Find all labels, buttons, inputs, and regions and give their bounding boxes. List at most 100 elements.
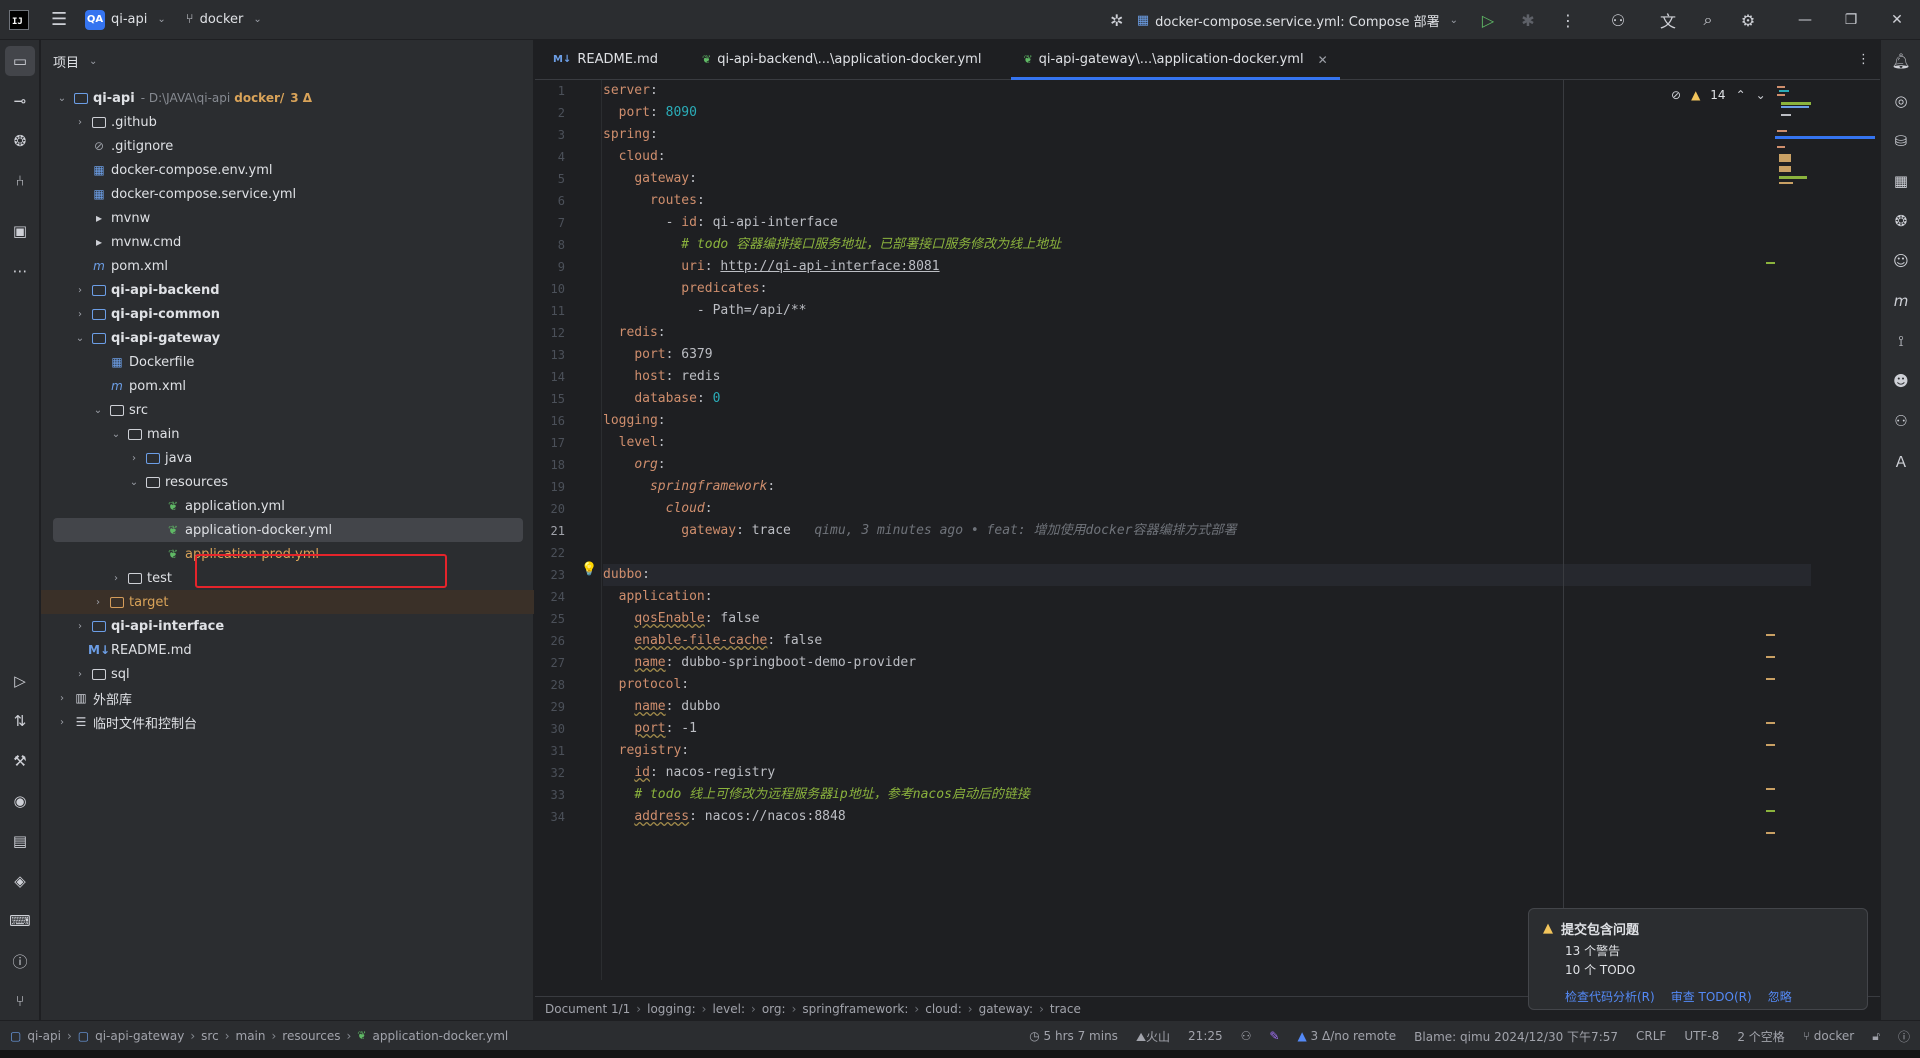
more-icon[interactable]: ⋮ <box>1548 11 1588 30</box>
code-content[interactable]: server: port: 8090 spring: cloud: gatewa… <box>603 80 1753 980</box>
tree-item-qi-api-interface[interactable]: › qi-api-interface <box>41 614 534 638</box>
translate-icon[interactable]: 文 <box>1648 8 1688 32</box>
build-hammer-icon[interactable]: ⚒ <box>0 746 40 776</box>
services-icon[interactable]: ⇅ <box>0 706 40 736</box>
breadcrumb-item[interactable]: springframework: <box>802 1002 908 1016</box>
review-code-analysis-link[interactable]: 检查代码分析(R) <box>1565 988 1655 1005</box>
maven-m-icon[interactable]: m <box>1881 286 1920 316</box>
collapse-arrow-icon[interactable]: ⌄ <box>73 333 87 344</box>
tree-item-resources[interactable]: ⌄ resources <box>41 470 534 494</box>
status-crumb[interactable]: qi-api <box>27 1029 61 1043</box>
breadcrumb-item[interactable]: gateway: <box>979 1002 1034 1016</box>
caret-position[interactable]: 21:25 <box>1188 1029 1223 1043</box>
intellij-logo-icon[interactable]: IJ <box>9 9 29 30</box>
status-crumb[interactable]: src <box>201 1029 219 1043</box>
endpoints-icon[interactable]: ◉ <box>0 786 40 816</box>
line-separator[interactable]: CRLF <box>1636 1029 1666 1043</box>
gradle-icon[interactable]: ❂ <box>1881 206 1920 236</box>
tab-readme[interactable]: M↓ README.md <box>541 40 670 79</box>
ignore-link[interactable]: 忽略 <box>1768 988 1792 1005</box>
blame-info[interactable]: Blame: qimu 2024/12/30 下午7:57 <box>1414 1028 1618 1045</box>
ai-assistant-icon[interactable]: ◎ <box>1881 86 1920 116</box>
tree-item-docker-compose-service[interactable]: ▦ docker-compose.service.yml <box>41 182 534 206</box>
search-icon[interactable]: ⌕ <box>1688 10 1728 30</box>
todo-marker[interactable] <box>1766 810 1775 812</box>
expand-arrow-icon[interactable]: › <box>109 573 123 584</box>
warning-marker[interactable] <box>1766 788 1775 790</box>
eye-off-icon[interactable]: ⊘ <box>1671 88 1681 102</box>
warning-marker[interactable] <box>1766 722 1775 724</box>
add-user-icon[interactable]: ⚇ <box>1588 11 1648 30</box>
restore-button[interactable]: ❐ <box>1828 12 1874 28</box>
python-icon[interactable]: ⟟ <box>1881 326 1920 356</box>
expand-arrow-icon[interactable]: › <box>73 285 87 296</box>
tree-item-target[interactable]: › target <box>41 590 534 614</box>
debug-icon[interactable]: ✱ <box>1508 11 1548 30</box>
breadcrumb-item[interactable]: org: <box>762 1002 786 1016</box>
status-crumb[interactable]: resources <box>282 1029 340 1043</box>
breadcrumb-item[interactable]: trace <box>1050 1002 1081 1016</box>
warning-marker[interactable] <box>1766 832 1775 834</box>
tree-item-readme[interactable]: M↓ README.md <box>41 638 534 662</box>
endpoints-icon[interactable]: ⚇ <box>1881 406 1920 436</box>
project-folder-icon[interactable]: ▭ <box>5 46 35 76</box>
tree-item-application-docker-yml[interactable]: ❦ application-docker.yml <box>53 518 523 542</box>
run-icon[interactable]: ▷ <box>1468 11 1508 30</box>
tree-item-sql[interactable]: › sql <box>41 662 534 686</box>
expand-arrow-icon[interactable]: › <box>55 693 69 704</box>
expand-arrow-icon[interactable]: › <box>73 309 87 320</box>
todo-icon[interactable]: ▤ <box>0 826 40 856</box>
status-crumb[interactable]: main <box>236 1029 266 1043</box>
warning-marker[interactable] <box>1766 678 1775 680</box>
emoji-icon[interactable]: ☻ <box>1881 366 1920 396</box>
tab-backend-application-docker[interactable]: ❦ qi-api-backend\...\application-docker.… <box>690 40 993 79</box>
tree-item-main[interactable]: ⌄ main <box>41 422 534 446</box>
chevron-down-icon[interactable]: ⌄ <box>1756 88 1766 102</box>
status-crumb[interactable]: qi-api-gateway <box>95 1029 184 1043</box>
tree-item-scratches[interactable]: › ☰ 临时文件和控制台 <box>41 710 534 734</box>
structure-icon[interactable]: ▣ <box>0 216 40 246</box>
collapse-arrow-icon[interactable]: ⌄ <box>127 477 141 488</box>
expand-arrow-icon[interactable]: › <box>73 117 87 128</box>
expand-arrow-icon[interactable]: › <box>55 717 69 728</box>
ai-icon[interactable]: ⚇ <box>1241 1029 1252 1043</box>
git-icon[interactable]: ⑂ <box>0 986 40 1016</box>
translate-panel-icon[interactable]: Ａ <box>1881 446 1920 476</box>
indent-setting[interactable]: 2 个空格 <box>1737 1028 1784 1045</box>
tree-item-mvnw-cmd[interactable]: ▸ mvnw.cmd <box>41 230 534 254</box>
debug-bug-icon[interactable]: ✲ <box>1097 11 1137 30</box>
vcs-status[interactable]: ▲ 3 Δ/no remote <box>1297 1029 1396 1043</box>
expand-arrow-icon[interactable]: › <box>73 669 87 680</box>
warning-marker[interactable] <box>1766 656 1775 658</box>
expand-arrow-icon[interactable]: › <box>127 453 141 464</box>
tree-item-qi-api-common[interactable]: › qi-api-common <box>41 302 534 326</box>
problems-icon[interactable]: ⓘ <box>0 946 40 976</box>
tree-item-docker-compose-env[interactable]: ▦ docker-compose.env.yml <box>41 158 534 182</box>
plugin-icon[interactable]: ✎ <box>1269 1029 1279 1043</box>
review-todo-link[interactable]: 审查 TODO(R) <box>1671 988 1752 1005</box>
copilot-icon[interactable]: ☺ <box>1881 246 1920 276</box>
inspection-widget[interactable]: ⊘ ▲ 14 ⌃ ⌄ <box>1671 88 1766 102</box>
plugins-icon[interactable]: ❂ <box>0 126 40 156</box>
encoding[interactable]: UTF-8 <box>1684 1029 1719 1043</box>
tree-item-mvnw[interactable]: ▸ mvnw <box>41 206 534 230</box>
tree-item-java[interactable]: › java <box>41 446 534 470</box>
tree-item-application-yml[interactable]: ❦ application.yml <box>41 494 534 518</box>
warning-marker[interactable] <box>1766 634 1775 636</box>
branch-switcher[interactable]: ⑂ docker ⌄ <box>186 12 262 27</box>
layers-icon[interactable]: ◈ <box>0 866 40 896</box>
terminal-icon[interactable]: ⌨ <box>0 906 40 936</box>
breadcrumb-item[interactable]: Document 1/1 <box>545 1002 630 1016</box>
run-config-selector[interactable]: ▦ docker-compose.service.yml: Compose 部署… <box>1137 11 1458 30</box>
todo-marker[interactable] <box>1766 262 1775 264</box>
time-tracker[interactable]: ◷ 5 hrs 7 mins <box>1029 1029 1118 1043</box>
weather-widget[interactable]: ⛰火山 <box>1136 1028 1170 1045</box>
expand-arrow-icon[interactable]: › <box>73 621 87 632</box>
breadcrumb-item[interactable]: cloud: <box>925 1002 962 1016</box>
collapse-arrow-icon[interactable]: ⌄ <box>91 405 105 416</box>
project-panel-header[interactable]: 项目 ⌄ <box>41 40 533 82</box>
code-minimap[interactable] <box>1775 84 1875 244</box>
tree-item-github[interactable]: › .github <box>41 110 534 134</box>
project-switcher[interactable]: QA qi-api ⌄ <box>85 9 166 30</box>
breadcrumb-item[interactable]: level: <box>712 1002 745 1016</box>
